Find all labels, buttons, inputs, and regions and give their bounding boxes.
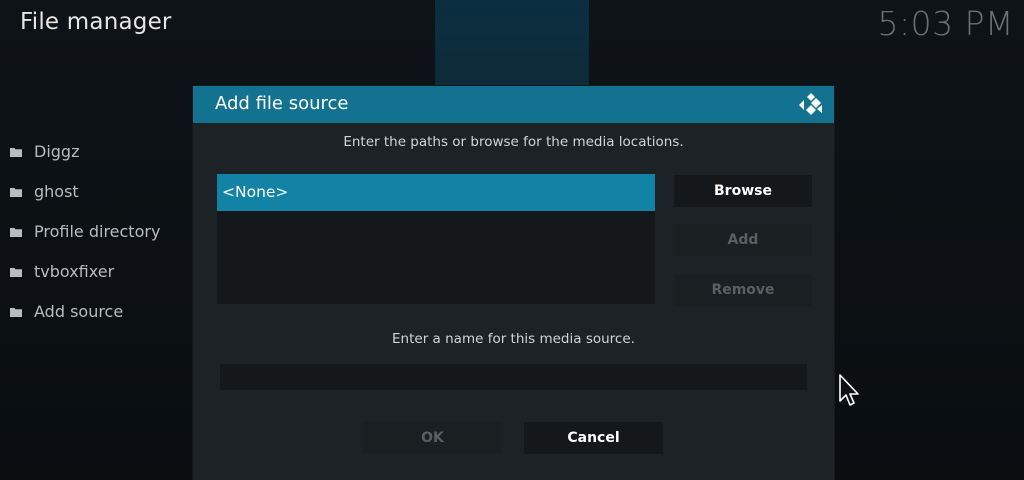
kodi-logo-icon (798, 92, 824, 118)
name-instruction: Enter a name for this media source. (392, 331, 635, 347)
source-item-ghost[interactable]: ghost (10, 171, 190, 211)
kodi-screen: File manager 5:03 PM Diggz ghost Profile… (0, 0, 1024, 480)
dialog-header: Add file source (193, 86, 834, 123)
folder-icon (10, 307, 22, 317)
source-item-add-source[interactable]: Add source (10, 291, 190, 331)
path-list[interactable]: <None> (217, 174, 655, 304)
source-item-profile-directory[interactable]: Profile directory (10, 211, 190, 251)
source-list: Diggz ghost Profile directory tvboxfixer… (10, 131, 190, 331)
cancel-button[interactable]: Cancel (524, 422, 663, 454)
source-item-label: tvboxfixer (34, 261, 115, 281)
source-name-input[interactable] (220, 364, 807, 390)
source-item-label: Add source (34, 301, 124, 321)
source-item-label: Profile directory (34, 221, 161, 241)
folder-icon (10, 187, 22, 197)
paths-instruction: Enter the paths or browse for the media … (343, 134, 684, 150)
folder-icon (10, 227, 22, 237)
background-glow (435, 0, 589, 86)
source-item-diggz[interactable]: Diggz (10, 131, 190, 171)
ok-button[interactable]: OK (363, 422, 502, 454)
browse-button[interactable]: Browse (674, 175, 812, 207)
add-button[interactable]: Add (674, 224, 812, 256)
remove-button[interactable]: Remove (674, 274, 812, 306)
folder-icon (10, 147, 22, 157)
path-item[interactable]: <None> (217, 174, 655, 211)
source-item-label: ghost (34, 181, 79, 201)
folder-icon (10, 267, 22, 277)
page-title: File manager (20, 9, 172, 35)
add-file-source-dialog: Add file source Enter the paths or brows… (193, 86, 834, 480)
clock: 5:03 PM (877, 4, 1014, 43)
source-item-tvboxfixer[interactable]: tvboxfixer (10, 251, 190, 291)
source-item-label: Diggz (34, 141, 80, 161)
dialog-title: Add file source (215, 93, 349, 114)
mouse-pointer-icon (838, 373, 860, 409)
